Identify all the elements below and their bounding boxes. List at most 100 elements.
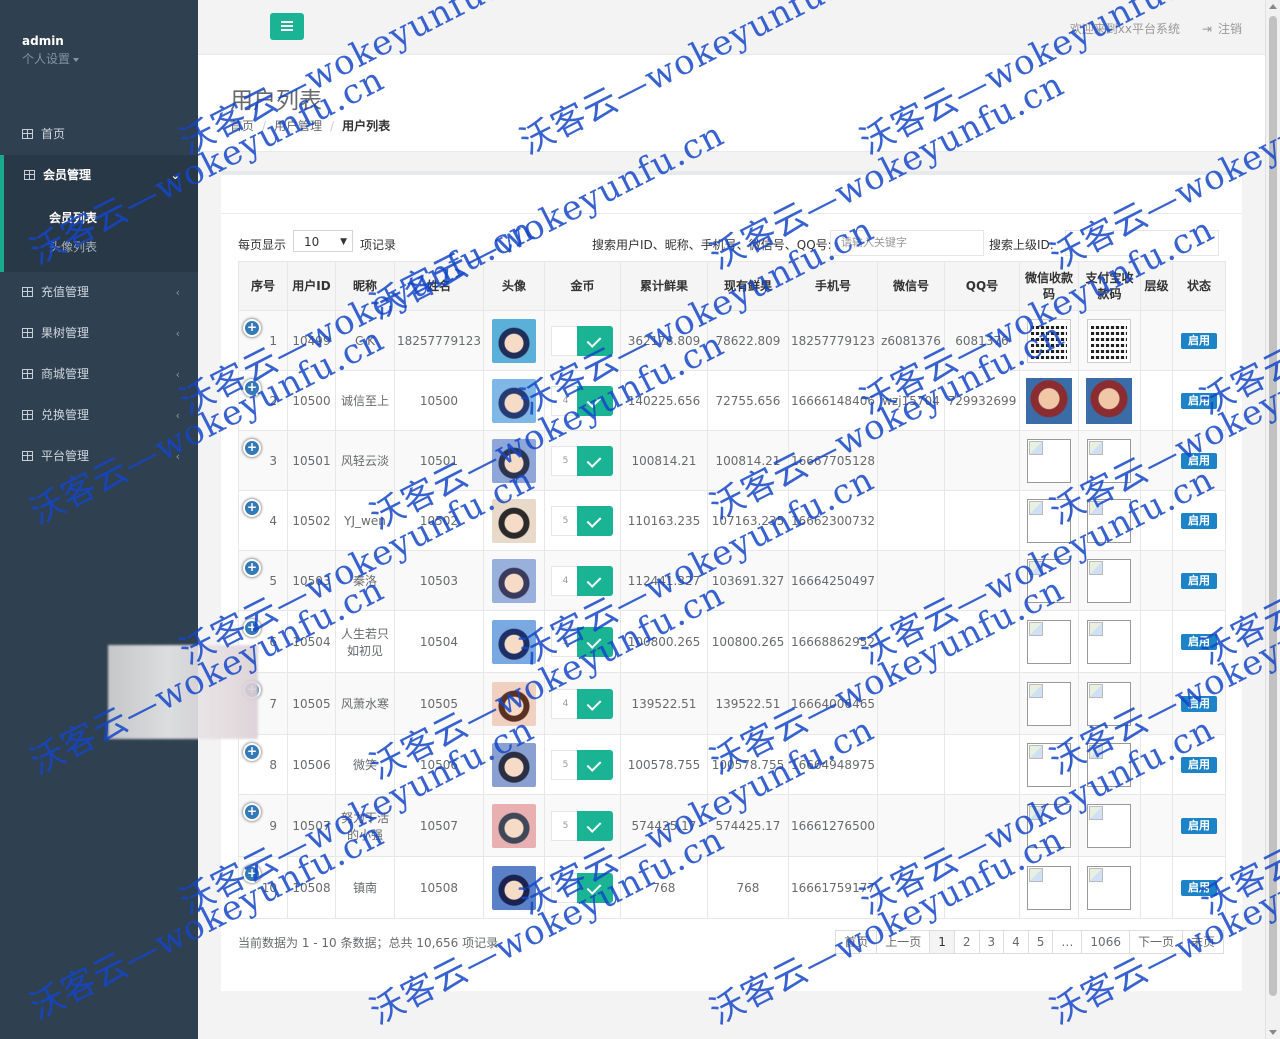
broken-image-icon[interactable] bbox=[1087, 438, 1132, 483]
logout-link[interactable]: ⇥ 注销 bbox=[1202, 20, 1242, 37]
broken-image-icon[interactable] bbox=[1026, 438, 1071, 483]
expand-plus-icon[interactable]: + bbox=[243, 559, 261, 577]
scroll-up-icon[interactable] bbox=[1269, 4, 1277, 9]
coin-input[interactable]: 5 bbox=[551, 749, 580, 780]
broken-image-icon[interactable] bbox=[1087, 681, 1132, 726]
vertical-scrollbar[interactable] bbox=[1265, 0, 1280, 1039]
alipay-qr-image[interactable] bbox=[1087, 318, 1132, 363]
avatar[interactable] bbox=[491, 865, 536, 910]
nav-item-home[interactable]: 首页 bbox=[0, 114, 198, 155]
broken-image-icon[interactable] bbox=[1026, 681, 1071, 726]
per-page-value[interactable]: 10 bbox=[304, 235, 319, 249]
enable-button[interactable]: 启用 bbox=[1180, 756, 1217, 773]
pagination-item[interactable]: 4 bbox=[1003, 930, 1029, 954]
wechat-qr-image[interactable] bbox=[1026, 318, 1071, 363]
search-parent-input[interactable] bbox=[1065, 230, 1219, 256]
broken-image-icon[interactable] bbox=[1087, 619, 1132, 664]
broken-image-icon[interactable] bbox=[1026, 803, 1071, 848]
profile-settings-label[interactable]: 个人设置 bbox=[22, 52, 70, 66]
pagination-item[interactable]: 5 bbox=[1027, 930, 1054, 954]
hamburger-menu-button[interactable] bbox=[270, 13, 304, 40]
broken-image-icon[interactable] bbox=[1087, 498, 1132, 543]
confirm-check-button[interactable] bbox=[577, 385, 614, 416]
confirm-check-button[interactable] bbox=[577, 810, 614, 841]
expand-plus-icon[interactable]: + bbox=[243, 743, 261, 761]
coin-input[interactable] bbox=[551, 325, 580, 356]
scroll-down-icon[interactable] bbox=[1269, 1030, 1277, 1035]
coin-input[interactable]: 5 bbox=[551, 810, 580, 841]
pagination-item[interactable]: 2 bbox=[953, 930, 980, 954]
avatar[interactable] bbox=[491, 318, 536, 363]
broken-image-icon[interactable] bbox=[1087, 558, 1132, 603]
per-page-select[interactable]: 10 ▼ bbox=[293, 230, 353, 252]
confirm-check-button[interactable] bbox=[577, 325, 614, 356]
broken-image-icon[interactable] bbox=[1026, 619, 1071, 664]
pagination-item[interactable]: 下一页 bbox=[1128, 930, 1183, 954]
expand-plus-icon[interactable]: + bbox=[243, 439, 261, 457]
avatar[interactable] bbox=[491, 742, 536, 787]
pagination-item[interactable]: 末页 bbox=[1181, 930, 1224, 954]
search-input[interactable]: 请输入关键字 bbox=[830, 230, 984, 256]
nav-item-platform[interactable]: 平台管理 ‹ bbox=[0, 436, 198, 477]
enable-button[interactable]: 启用 bbox=[1180, 879, 1217, 896]
pagination-item[interactable]: 1066 bbox=[1081, 930, 1130, 954]
coin-input[interactable]: 5 bbox=[551, 626, 580, 657]
scrollbar-thumb[interactable] bbox=[1269, 16, 1277, 996]
avatar[interactable] bbox=[491, 498, 536, 543]
pagination-item[interactable]: 3 bbox=[978, 930, 1005, 954]
breadcrumb-user-manage[interactable]: 用户管理 bbox=[274, 119, 322, 133]
enable-button[interactable]: 启用 bbox=[1180, 512, 1217, 529]
enable-button[interactable]: 启用 bbox=[1180, 633, 1217, 650]
coin-input[interactable]: 4 bbox=[551, 565, 580, 596]
nav-subitem-member-list[interactable]: 会员列表 bbox=[49, 204, 198, 233]
enable-button[interactable]: 启用 bbox=[1180, 817, 1217, 834]
enable-button[interactable]: 启用 bbox=[1180, 392, 1217, 409]
confirm-check-button[interactable] bbox=[577, 749, 614, 780]
broken-image-icon[interactable] bbox=[1026, 865, 1071, 910]
alipay-qr-image[interactable] bbox=[1086, 377, 1133, 424]
profile-settings-dropdown[interactable]: 个人设置 bbox=[22, 50, 198, 67]
coin-input[interactable]: 5 bbox=[551, 872, 580, 903]
pagination-item[interactable]: 1 bbox=[929, 930, 955, 954]
avatar[interactable] bbox=[491, 619, 536, 664]
confirm-check-button[interactable] bbox=[577, 626, 614, 657]
avatar[interactable] bbox=[491, 438, 536, 483]
enable-button[interactable]: 启用 bbox=[1180, 452, 1217, 469]
coin-input[interactable]: 4 bbox=[551, 688, 580, 719]
broken-image-icon[interactable] bbox=[1026, 558, 1071, 603]
confirm-check-button[interactable] bbox=[577, 505, 614, 536]
confirm-check-button[interactable] bbox=[577, 565, 614, 596]
pagination-item[interactable]: … bbox=[1052, 930, 1083, 954]
expand-plus-icon[interactable]: + bbox=[243, 803, 261, 821]
avatar[interactable] bbox=[491, 803, 536, 848]
pagination-item[interactable]: 上一页 bbox=[876, 930, 931, 954]
coin-input[interactable]: 5 bbox=[551, 445, 580, 476]
nav-item-fruit-tree[interactable]: 果树管理 ‹ bbox=[0, 313, 198, 354]
confirm-check-button[interactable] bbox=[577, 872, 614, 903]
enable-button[interactable]: 启用 bbox=[1180, 572, 1217, 589]
avatar[interactable] bbox=[491, 681, 536, 726]
coin-input[interactable]: 4 bbox=[551, 385, 580, 416]
coin-input[interactable]: 5 bbox=[551, 505, 580, 536]
broken-image-icon[interactable] bbox=[1087, 803, 1132, 848]
wechat-qr-image[interactable] bbox=[1025, 377, 1072, 424]
nav-item-exchange[interactable]: 兑换管理 ‹ bbox=[0, 395, 198, 436]
avatar[interactable] bbox=[491, 378, 536, 423]
confirm-check-button[interactable] bbox=[577, 688, 614, 719]
expand-plus-icon[interactable]: + bbox=[243, 499, 261, 517]
expand-plus-icon[interactable]: + bbox=[243, 379, 261, 397]
enable-button[interactable]: 启用 bbox=[1180, 695, 1217, 712]
nav-item-recharge[interactable]: 充值管理 ‹ bbox=[0, 272, 198, 313]
expand-plus-icon[interactable]: + bbox=[243, 865, 261, 883]
nav-item-mall[interactable]: 商城管理 ‹ bbox=[0, 354, 198, 395]
broken-image-icon[interactable] bbox=[1026, 498, 1071, 543]
logout-label[interactable]: 注销 bbox=[1218, 22, 1242, 36]
breadcrumb-home[interactable]: 首页 bbox=[230, 119, 254, 133]
confirm-check-button[interactable] bbox=[577, 445, 614, 476]
avatar[interactable] bbox=[491, 558, 536, 603]
expand-plus-icon[interactable]: + bbox=[243, 619, 261, 637]
broken-image-icon[interactable] bbox=[1087, 865, 1132, 910]
enable-button[interactable]: 启用 bbox=[1180, 332, 1217, 349]
expand-plus-icon[interactable]: + bbox=[243, 319, 261, 337]
nav-item-members[interactable]: 会员管理 ⌄ bbox=[0, 155, 198, 196]
